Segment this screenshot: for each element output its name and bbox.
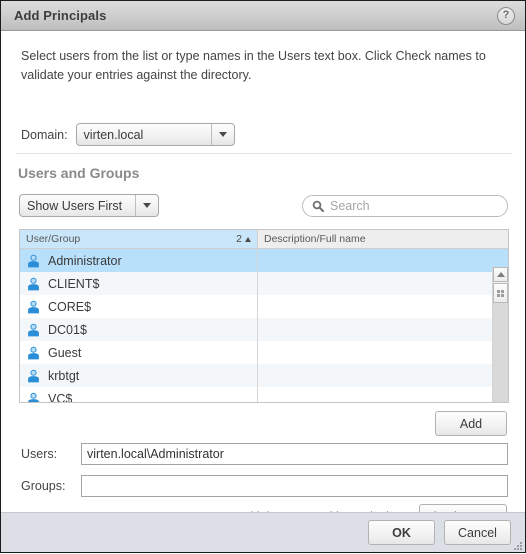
domain-selected-value: virten.local xyxy=(83,127,144,142)
table-cell-description xyxy=(258,272,492,295)
table-cell-description xyxy=(258,318,492,341)
section-divider xyxy=(16,153,512,154)
table-cell-user-group: CORE$ xyxy=(20,295,258,318)
dialog-footer: OK Cancel xyxy=(1,512,525,552)
table-row[interactable]: VC$ xyxy=(20,387,508,403)
table-cell-description xyxy=(258,249,492,272)
table-cell-description xyxy=(258,341,492,364)
section-title: Users and Groups xyxy=(18,165,140,181)
user-icon xyxy=(27,254,40,268)
dialog-titlebar: Add Principals ? xyxy=(1,1,525,31)
groups-field-row: Groups: xyxy=(21,475,508,497)
table-row[interactable]: Guest xyxy=(20,341,508,364)
users-groups-table: User/Group 2 Description/Full name Admin… xyxy=(19,229,509,403)
users-filter-dropdown[interactable]: Show Users First xyxy=(19,194,159,217)
intro-text: Select users from the list or type names… xyxy=(21,49,486,82)
table-cell-user-group: CLIENT$ xyxy=(20,272,258,295)
sort-ascending-icon xyxy=(245,236,251,242)
table-cell-user-group: VC$ xyxy=(20,387,258,403)
groups-field-label: Groups: xyxy=(21,479,66,493)
chevron-down-icon xyxy=(143,203,151,208)
domain-dropdown[interactable]: virten.local xyxy=(75,123,235,146)
search-box[interactable] xyxy=(302,195,508,217)
grip-dots-icon xyxy=(497,289,504,297)
user-icon xyxy=(27,300,40,314)
search-input[interactable] xyxy=(330,199,495,213)
help-icon[interactable]: ? xyxy=(497,7,515,25)
user-icon xyxy=(27,323,40,337)
users-filter-selected-value: Show Users First xyxy=(27,198,123,213)
scrollbar-thumb[interactable] xyxy=(493,283,508,303)
resize-grip-icon[interactable] xyxy=(513,540,523,550)
table-cell-description xyxy=(258,364,492,387)
table-cell-user-group-label: CLIENT$ xyxy=(48,276,100,291)
user-icon xyxy=(27,392,40,402)
domain-dropdown-arrow[interactable] xyxy=(210,124,234,145)
table-cell-user-group-label: krbtgt xyxy=(48,368,80,383)
ok-button[interactable]: OK xyxy=(368,520,435,545)
table-body: Administrator CLIENT$ CORE$ DC01$ Guest krbtg… xyxy=(20,249,508,403)
dialog-title: Add Principals xyxy=(14,8,107,23)
table-cell-user-group: krbtgt xyxy=(20,364,258,387)
dialog-body: Select users from the list or type names… xyxy=(1,31,525,552)
user-icon xyxy=(27,277,40,291)
groups-input[interactable] xyxy=(81,475,508,497)
column-header-description[interactable]: Description/Full name xyxy=(258,230,492,248)
add-principals-dialog: Add Principals ? Select users from the l… xyxy=(0,0,526,553)
user-icon xyxy=(27,346,40,360)
sort-count: 2 xyxy=(236,233,242,245)
column-header-user-group[interactable]: User/Group 2 xyxy=(20,230,258,248)
column-header-user-group-label: User/Group xyxy=(26,233,81,245)
scrollbar-track[interactable] xyxy=(493,303,508,402)
domain-label: Domain: xyxy=(21,127,68,142)
chevron-up-icon xyxy=(496,272,505,277)
add-button[interactable]: Add xyxy=(435,411,507,436)
domain-row: Domain: virten.local xyxy=(21,123,235,146)
table-rows-container: Administrator CLIENT$ CORE$ DC01$ Guest krbtg… xyxy=(20,249,508,403)
table-vertical-scrollbar[interactable] xyxy=(492,267,508,402)
table-row[interactable]: DC01$ xyxy=(20,318,508,341)
table-cell-user-group-label: VC$ xyxy=(48,391,73,403)
table-row[interactable]: krbtgt xyxy=(20,364,508,387)
table-header-row: User/Group 2 Description/Full name xyxy=(20,230,508,249)
table-row[interactable]: Administrator xyxy=(20,249,508,272)
cancel-button[interactable]: Cancel xyxy=(444,520,511,545)
table-cell-user-group-label: Guest xyxy=(48,345,82,360)
users-field-label: Users: xyxy=(21,447,58,461)
scroll-up-button[interactable] xyxy=(493,267,508,282)
table-row[interactable]: CLIENT$ xyxy=(20,272,508,295)
table-cell-user-group-label: Administrator xyxy=(48,253,122,268)
search-icon xyxy=(312,200,324,212)
user-icon xyxy=(27,369,40,383)
table-cell-user-group: Administrator xyxy=(20,249,258,272)
users-filter-dropdown-arrow[interactable] xyxy=(135,195,158,216)
table-cell-user-group: DC01$ xyxy=(20,318,258,341)
table-cell-description xyxy=(258,387,492,402)
table-cell-user-group-label: CORE$ xyxy=(48,299,92,314)
table-cell-description xyxy=(258,295,492,318)
table-cell-user-group-label: DC01$ xyxy=(48,322,87,337)
users-input[interactable] xyxy=(81,443,508,465)
chevron-down-icon xyxy=(218,132,227,137)
table-row[interactable]: CORE$ xyxy=(20,295,508,318)
table-cell-user-group: Guest xyxy=(20,341,258,364)
users-field-row: Users: xyxy=(21,443,508,465)
